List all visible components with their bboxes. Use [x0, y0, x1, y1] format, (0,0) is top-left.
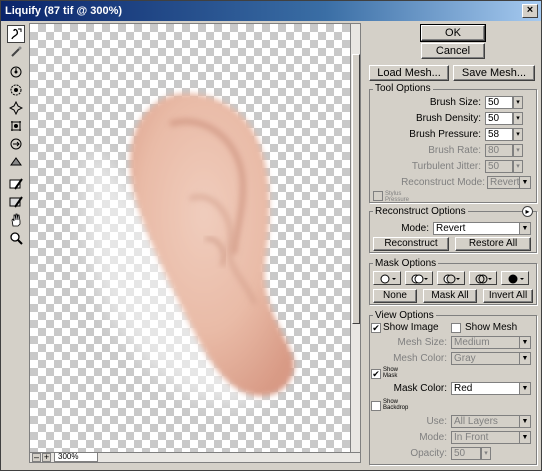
invert-all-button[interactable]: Invert All — [483, 289, 533, 303]
mesh-color-label: Mesh Color: — [393, 353, 447, 364]
opacity-spinner: ▾ — [481, 447, 491, 460]
reconstruct-options-menu-icon[interactable]: ▸ — [522, 206, 533, 217]
toolbox — [3, 23, 27, 469]
turbulent-jitter-label: Turbulent Jitter: — [411, 161, 481, 172]
brush-size-input[interactable]: 50 — [485, 96, 513, 109]
chevron-down-icon: ▼ — [519, 337, 530, 348]
reconstruct-mode-dropdown[interactable]: Revert ▼ — [433, 222, 531, 235]
mask-options-title: Mask Options — [373, 258, 439, 269]
brush-density-input[interactable]: 50 — [485, 112, 513, 125]
shift-pixels-icon[interactable] — [7, 135, 25, 153]
zoom-level-field[interactable]: 300% — [54, 452, 98, 462]
mask-replace-button[interactable] — [373, 271, 401, 285]
mesh-color-select: Gray ▼ — [451, 352, 531, 365]
chevron-down-icon: ▼ — [519, 177, 530, 188]
show-mesh-label: Show Mesh — [465, 322, 518, 333]
window-title: Liquify (87 tif @ 300%) — [5, 5, 123, 17]
mesh-size-label: Mesh Size: — [397, 337, 447, 348]
mask-intersect-button[interactable] — [469, 271, 497, 285]
brush-rate-spinner: ▾ — [513, 144, 523, 157]
reconstruct-mode-label-2: Mode: — [401, 223, 429, 234]
turbulent-jitter-spinner: ▾ — [513, 160, 523, 173]
turbulent-jitter-input: 50 — [485, 160, 513, 173]
ok-button[interactable]: OK — [420, 24, 486, 42]
warp-tool-icon[interactable] — [7, 25, 25, 43]
backdrop-mode-label: Mode: — [419, 432, 447, 443]
mask-add-button[interactable] — [405, 271, 433, 285]
reconstruct-mode-select: Revert ▼ — [487, 176, 531, 189]
twirl-clockwise-icon[interactable] — [7, 63, 25, 81]
reconstruct-options-title: Reconstruct Options — [373, 206, 468, 217]
mask-all-button[interactable]: Mask All — [423, 289, 477, 303]
reflection-icon[interactable] — [7, 153, 25, 171]
brush-density-spinner[interactable]: ▾ — [513, 112, 523, 125]
mask-subtract-button[interactable] — [437, 271, 465, 285]
thaw-mask-icon[interactable] — [7, 193, 25, 211]
mask-none-button[interactable]: None — [373, 289, 417, 303]
brush-pressure-input[interactable]: 58 — [485, 128, 513, 141]
opacity-input: 50 — [451, 447, 481, 460]
brush-rate-label: Brush Rate: — [428, 145, 481, 156]
zoom-icon[interactable] — [7, 229, 25, 247]
chevron-down-icon: ▼ — [519, 353, 530, 364]
close-button[interactable]: × — [522, 4, 538, 18]
stylus-pressure-checkbox — [373, 191, 383, 201]
hand-icon[interactable] — [7, 211, 25, 229]
view-options-title: View Options — [373, 310, 436, 321]
zoom-in-button[interactable]: + — [42, 453, 51, 462]
backdrop-mode-select: In Front ▼ — [451, 431, 531, 444]
opacity-label: Opacity: — [410, 448, 447, 459]
restore-all-button[interactable]: Restore All — [455, 237, 531, 251]
options-panel: OK Cancel Load Mesh... Save Mesh... Tool… — [365, 23, 541, 469]
show-image-label: Show Image — [383, 322, 439, 333]
mesh-size-select: Medium ▼ — [451, 336, 531, 349]
twirl-counterclockwise-icon[interactable] — [7, 81, 25, 99]
brush-size-spinner[interactable]: ▾ — [513, 96, 523, 109]
use-label: Use: — [426, 416, 447, 427]
image-canvas[interactable] — [30, 24, 350, 452]
use-select: All Layers ▼ — [451, 415, 531, 428]
show-mesh-checkbox[interactable] — [451, 323, 461, 333]
cancel-button[interactable]: Cancel — [421, 43, 485, 59]
bloat-icon[interactable] — [7, 117, 25, 135]
vertical-scroll-thumb[interactable] — [352, 54, 360, 324]
show-backdrop-checkbox[interactable] — [371, 401, 381, 411]
brush-pressure-spinner[interactable]: ▾ — [513, 128, 523, 141]
ear-image — [82, 93, 295, 406]
mask-color-select[interactable]: Red ▼ — [451, 382, 531, 395]
chevron-down-icon: ▼ — [519, 432, 530, 443]
reconstruct-button[interactable]: Reconstruct — [373, 237, 449, 251]
show-backdrop-label: Show Backdrop — [383, 399, 409, 411]
zoom-out-button[interactable]: – — [32, 453, 41, 462]
title-bar[interactable]: Liquify (87 tif @ 300%) × — [1, 1, 541, 21]
mask-color-label: Mask Color: — [393, 383, 447, 394]
reconstruct-tool-icon[interactable] — [7, 43, 25, 61]
show-image-checkbox[interactable]: ✔ — [371, 323, 381, 333]
preview-area: – + 300% — [29, 23, 361, 463]
brush-rate-input: 80 — [485, 144, 513, 157]
brush-density-label: Brush Density: — [415, 113, 481, 124]
freeze-mask-icon[interactable] — [7, 175, 25, 193]
chevron-down-icon: ▼ — [519, 223, 530, 234]
mask-invert-button[interactable] — [501, 271, 529, 285]
chevron-down-icon: ▼ — [519, 383, 530, 394]
tool-options-title: Tool Options — [373, 83, 433, 94]
chevron-down-icon: ▼ — [519, 416, 530, 427]
liquify-dialog: Liquify (87 tif @ 300%) × – + 300% OK Ca… — [0, 0, 542, 471]
save-mesh-button[interactable]: Save Mesh... — [453, 65, 535, 81]
reconstruct-mode-label: Reconstruct Mode: — [401, 177, 485, 188]
pucker-icon[interactable] — [7, 99, 25, 117]
load-mesh-button[interactable]: Load Mesh... — [369, 65, 449, 81]
show-mask-checkbox[interactable]: ✔ — [371, 369, 381, 379]
brush-size-label: Brush Size: — [429, 97, 481, 108]
stylus-pressure-label: Stylus Pressure — [385, 191, 410, 203]
show-mask-label: Show Mask — [383, 367, 399, 379]
brush-pressure-label: Brush Pressure: — [409, 129, 481, 140]
